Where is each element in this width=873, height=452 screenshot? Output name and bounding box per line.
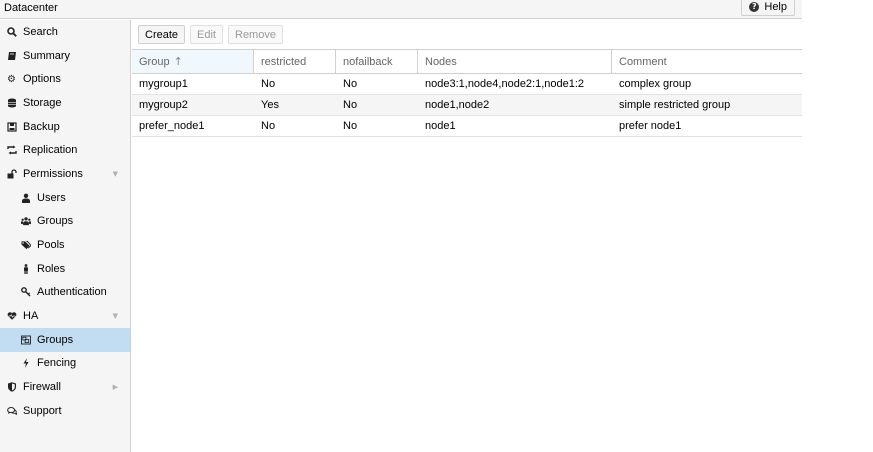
key-icon (19, 286, 32, 298)
column-header-label: nofailback (343, 55, 393, 68)
nodes-cell: node3:1,node4,node2:1,node1:2 (425, 78, 585, 90)
database-icon (5, 97, 18, 109)
sidebar-item-label: Support (23, 404, 62, 417)
gear-icon: ⚙ (7, 73, 16, 85)
nodes-cell: node1,node2 (425, 99, 490, 111)
help-button-label: Help (764, 0, 787, 13)
restricted-cell: No (261, 120, 276, 132)
bolt-icon (19, 357, 32, 369)
sidebar-item-label: Groups (37, 333, 74, 346)
sidebar-item-replication[interactable]: Replication (0, 138, 130, 162)
sidebar-item-label: Fencing (37, 357, 77, 370)
nofailback-cell: No (343, 120, 358, 132)
toolbar: Create Edit Remove (132, 20, 802, 49)
male-icon (19, 263, 32, 275)
tags-icon (19, 239, 32, 251)
sidebar-item-ha-groups[interactable]: Groups (0, 327, 130, 352)
sidebar-item-permission-groups[interactable]: Groups (0, 210, 130, 234)
sidebar-item-authentication[interactable]: Authentication (0, 281, 130, 305)
sidebar-item-support[interactable]: Support (0, 399, 130, 423)
restricted-cell: No (261, 78, 276, 90)
comment-cell: prefer node1 (619, 120, 682, 132)
column-header-label: Comment (619, 55, 667, 68)
sidebar-item-label: Pools (37, 239, 65, 252)
nofailback-cell: No (343, 99, 358, 111)
group-cell: mygroup2 (139, 99, 188, 111)
floppy-icon (5, 121, 18, 133)
page-title: Datacenter (4, 2, 58, 14)
column-header-group[interactable]: Group ↑ (132, 50, 254, 73)
chevron-down-icon[interactable]: ▼ (113, 170, 118, 178)
shield-icon (5, 381, 18, 393)
sidebar-item-label: Permissions (23, 167, 83, 180)
edit-button[interactable]: Edit (190, 25, 223, 44)
sidebar-item-summary[interactable]: Summary (0, 44, 130, 68)
column-header-restricted[interactable]: restricted (254, 50, 336, 73)
sidebar-item-pools[interactable]: Pools (0, 233, 130, 257)
comment-cell: complex group (619, 78, 692, 90)
chevron-down-icon[interactable]: ▼ (113, 312, 118, 320)
table-row[interactable]: mygroup1 No No node3:1,node4,node2:1,nod… (132, 74, 802, 95)
column-header-label: Group (139, 55, 170, 68)
nodes-cell: node1 (425, 120, 456, 132)
grid-header: Group ↑ restricted nofailback Nodes Comm… (132, 49, 802, 74)
sidebar-item-firewall[interactable]: Firewall ▶ (0, 375, 130, 399)
remove-button[interactable]: Remove (228, 25, 283, 44)
sidebar-item-label: Storage (23, 96, 62, 109)
main-panel: Create Edit Remove Group ↑ restricted no… (132, 20, 802, 452)
users-icon (19, 215, 32, 227)
object-group-icon (19, 334, 32, 346)
sidebar-item-ha[interactable]: HA ▼ (0, 304, 130, 328)
sidebar-item-options[interactable]: ⚙ Options (0, 67, 130, 91)
sidebar-item-storage[interactable]: Storage (0, 91, 130, 115)
ha-groups-grid: Group ↑ restricted nofailback Nodes Comm… (132, 49, 802, 137)
sort-ascending-icon: ↑ (173, 55, 183, 68)
sidebar-item-fencing[interactable]: Fencing (0, 352, 130, 376)
sidebar-item-label: Backup (23, 120, 60, 133)
group-cell: prefer_node1 (139, 120, 205, 132)
retweet-icon (5, 144, 18, 156)
comment-cell: simple restricted group (619, 99, 731, 111)
table-row[interactable]: prefer_node1 No No node1 prefer node1 (132, 116, 802, 137)
book-icon (5, 50, 18, 62)
user-icon (19, 192, 32, 204)
sidebar-item-label: Roles (37, 262, 66, 275)
sidebar-item-users[interactable]: Users (0, 186, 130, 210)
column-header-label: Nodes (425, 55, 457, 68)
help-button[interactable]: ? Help (741, 0, 795, 16)
chevron-right-icon[interactable]: ▶ (113, 383, 118, 391)
column-header-nodes[interactable]: Nodes (418, 50, 612, 73)
title-bar: Datacenter ? Help (0, 0, 802, 19)
sidebar-item-label: Firewall (23, 381, 61, 394)
table-row[interactable]: mygroup2 Yes No node1,node2 simple restr… (132, 95, 802, 116)
sidebar-item-label: Authentication (37, 286, 107, 299)
sidebar-item-label: Summary (23, 49, 71, 62)
search-icon (5, 26, 18, 38)
sidebar-item-permissions[interactable]: Permissions ▼ (0, 162, 130, 186)
sidebar-item-label: Search (23, 25, 58, 38)
sidebar-item-label: Groups (37, 215, 74, 228)
nofailback-cell: No (343, 78, 358, 90)
group-cell: mygroup1 (139, 78, 188, 90)
column-header-label: restricted (261, 55, 307, 68)
sidebar-item-roles[interactable]: Roles (0, 257, 130, 281)
column-header-nofailback[interactable]: nofailback (336, 50, 418, 73)
unlock-icon (5, 168, 18, 180)
sidebar-item-label: Users (37, 191, 66, 204)
sidebar: Search Summary ⚙ Options Storage Backup … (0, 20, 131, 452)
heartbeat-icon (5, 310, 18, 322)
restricted-cell: Yes (261, 99, 279, 111)
create-button[interactable]: Create (138, 25, 186, 44)
sidebar-item-backup[interactable]: Backup (0, 115, 130, 139)
column-header-comment[interactable]: Comment (612, 50, 802, 73)
sidebar-item-search[interactable]: Search (0, 20, 130, 44)
sidebar-item-label: Replication (23, 144, 78, 157)
comments-icon (5, 405, 18, 417)
question-circle-icon: ? (749, 1, 760, 12)
sidebar-item-label: Options (23, 73, 61, 86)
sidebar-item-label: HA (23, 310, 39, 323)
